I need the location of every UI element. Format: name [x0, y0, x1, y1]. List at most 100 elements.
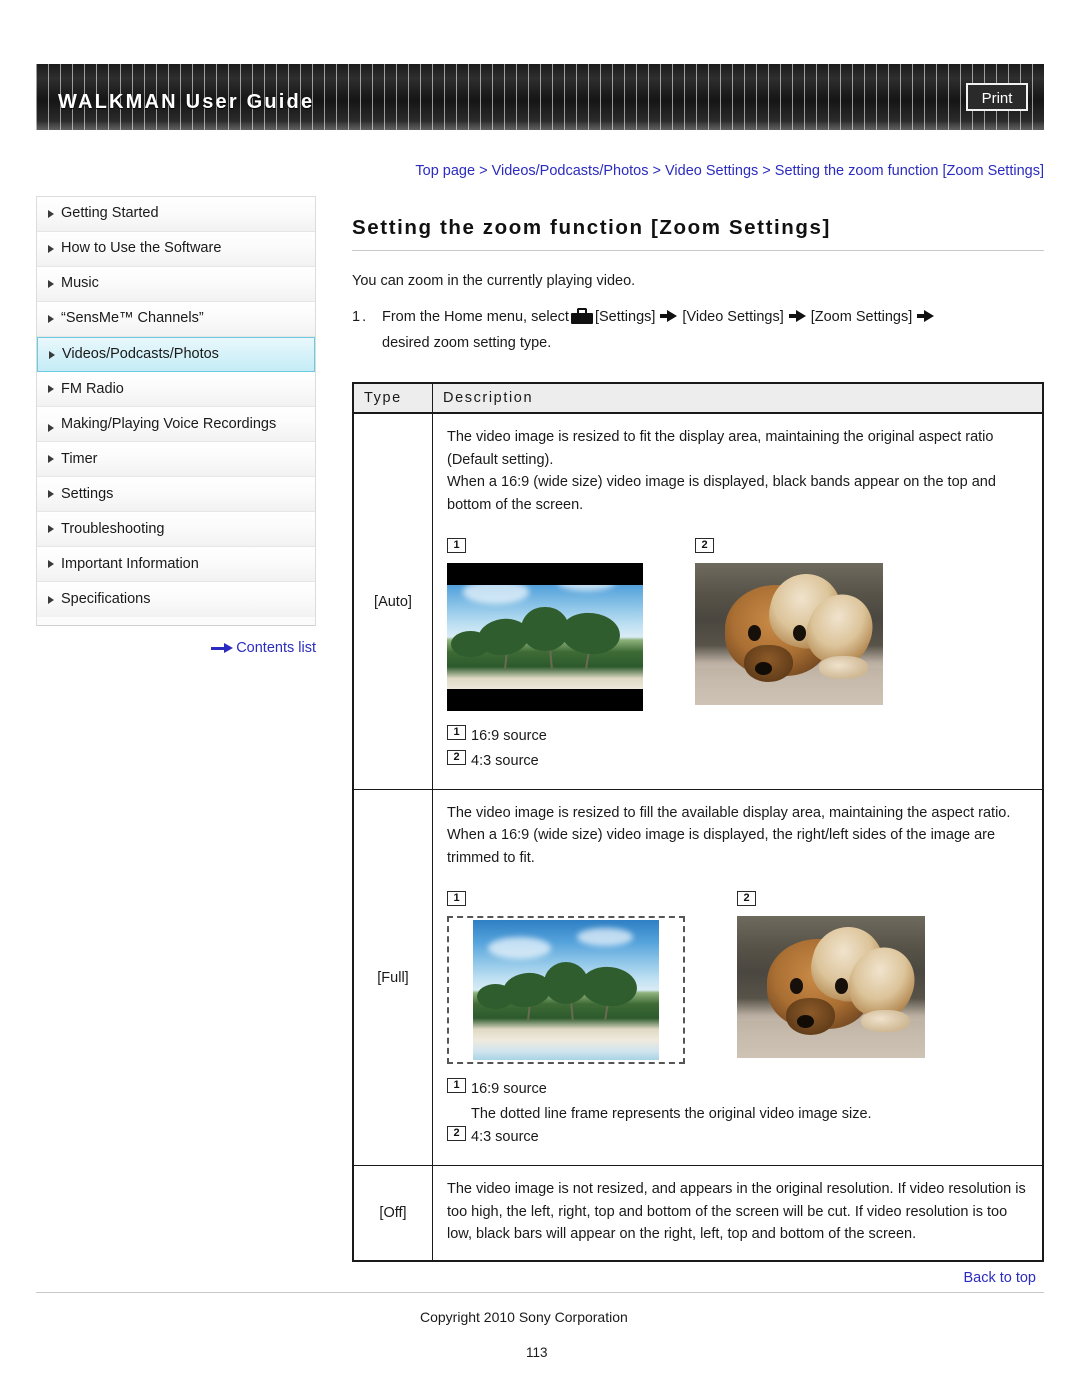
- figure-16-9-letterbox: 1: [447, 534, 643, 711]
- header-banner: WALKMAN User Guide Print: [36, 64, 1044, 130]
- caption-badge: 1: [447, 1077, 466, 1093]
- dog-photo: [695, 562, 883, 705]
- caption-badge: 1: [447, 724, 466, 740]
- sidebar-item-how-to-use-the-software[interactable]: How to Use the Software: [37, 232, 315, 267]
- sidebar-item-videos-podcasts-photos[interactable]: Videos/Podcasts/Photos: [37, 337, 315, 373]
- caption-text: 16:9 source: [471, 1080, 547, 1097]
- caption-badge: 2: [447, 749, 466, 765]
- sidebar-item-important-information[interactable]: Important Information: [37, 547, 315, 583]
- sidebar-item-label: Timer: [61, 450, 98, 467]
- bullet-arrow-icon: [48, 245, 54, 253]
- caption-line: 1 16:9 source: [447, 1077, 1028, 1101]
- app-title: WALKMAN User Guide: [58, 91, 315, 113]
- sidebar-item-troubleshooting[interactable]: Troubleshooting: [37, 512, 315, 548]
- sidebar: Getting Started How to Use the Software …: [36, 196, 316, 656]
- sidebar-item-label: Important Information: [61, 555, 199, 572]
- step-zoom-settings-label: [Zoom Settings]: [810, 309, 913, 326]
- sidebar-item-making-playing-voice-recordings[interactable]: Making/Playing Voice Recordings: [37, 407, 315, 443]
- bullet-arrow-icon: [48, 210, 54, 218]
- dog-photo: [737, 915, 925, 1058]
- table-row: [Auto] The video image is resized to fit…: [352, 412, 1044, 790]
- caption-list-full: 1 16:9 source The dotted line frame repr…: [447, 1077, 1028, 1150]
- step-text-before: From the Home menu, select: [382, 309, 569, 326]
- black-band-top: [447, 562, 643, 585]
- right-arrow-icon: [917, 310, 935, 323]
- row-description-auto: The video image is resized to fit the di…: [432, 412, 1044, 790]
- contents-list-link[interactable]: Contents list: [36, 640, 316, 656]
- bullet-arrow-icon: [48, 315, 54, 323]
- sidebar-item-getting-started[interactable]: Getting Started: [37, 197, 315, 232]
- cloud-shape: [577, 928, 633, 947]
- bullet-arrow-icon: [48, 490, 54, 499]
- bullet-arrow-icon: [48, 280, 54, 288]
- caption-badge: 2: [447, 1126, 466, 1142]
- breadcrumb[interactable]: Top page > Videos/Podcasts/Photos > Vide…: [352, 160, 1044, 182]
- right-arrow-icon: [788, 310, 806, 323]
- contents-list-label: Contents list: [236, 640, 316, 657]
- sidebar-item-label: Music: [61, 275, 99, 292]
- main-content: Top page > Videos/Podcasts/Photos > Vide…: [352, 160, 1044, 1262]
- description-line: When a 16:9 (wide size) video image is d…: [447, 827, 996, 866]
- step-settings-label: [Settings]: [594, 309, 656, 326]
- bullet-arrow-icon: [48, 424, 54, 433]
- figure-4-3-dog: 2: [737, 887, 925, 1063]
- sidebar-item-timer[interactable]: Timer: [37, 442, 315, 478]
- dog-eye-shape: [789, 978, 803, 994]
- step-text-after: desired zoom setting type.: [382, 334, 552, 351]
- sidebar-item-label: Troubleshooting: [61, 520, 165, 537]
- right-arrow-icon: [211, 643, 234, 654]
- figure-badge: 2: [737, 891, 756, 907]
- description-line: When a 16:9 (wide size) video image is d…: [447, 474, 996, 513]
- row-type-auto: [Auto]: [352, 412, 433, 790]
- sidebar-item-label: Getting Started: [61, 205, 159, 222]
- figure-row: 1 2: [447, 887, 1028, 1064]
- step-body: From the Home menu, select [Settings] [Vid…: [382, 305, 1044, 356]
- figure-block-full: 1 2 1 16:9 source The dotted line frame …: [447, 887, 1028, 1149]
- table-row: [Full] The video image is resized to fil…: [352, 788, 1044, 1167]
- dog-paw-shape: [861, 1009, 910, 1033]
- footer: Back to top Copyright 2010 Sony Corporat…: [36, 1270, 1044, 1360]
- caption-text: 16:9 source: [471, 727, 547, 744]
- sidebar-item-label: FM Radio: [61, 380, 124, 397]
- bullet-arrow-icon: [48, 595, 54, 604]
- figure-block-auto: 1 2 1 16:9 source 2 4:3 source: [447, 534, 1028, 773]
- figure-badge: 1: [447, 891, 466, 907]
- caption-line: 2 4:3 source: [447, 1126, 1028, 1149]
- sidebar-item-sensme-channels[interactable]: “SensMe™ Channels”: [37, 302, 315, 337]
- figure-16-9-dashed: 1: [447, 887, 685, 1064]
- dog-eye-shape: [747, 625, 761, 641]
- figure-row: 1 2: [447, 534, 1028, 711]
- dog-nose-shape: [755, 661, 773, 675]
- settings-toolbox-icon: [570, 308, 593, 325]
- sidebar-item-label: Making/Playing Voice Recordings: [61, 415, 277, 432]
- sidebar-item-settings[interactable]: Settings: [37, 477, 315, 513]
- row-description-off: The video image is not resized, and appe…: [432, 1165, 1044, 1262]
- zoom-settings-table: Type Description [Auto] The video image …: [352, 382, 1044, 1262]
- beach-photo-filled: [473, 919, 659, 1060]
- sidebar-item-specifications[interactable]: Specifications: [37, 582, 315, 618]
- caption-list-auto: 1 16:9 source 2 4:3 source: [447, 724, 1028, 773]
- row-type-off: [Off]: [352, 1165, 433, 1262]
- black-band-bottom: [447, 688, 643, 711]
- sidebar-item-fm-radio[interactable]: FM Radio: [37, 372, 315, 408]
- print-button[interactable]: Print: [966, 83, 1028, 111]
- step-1: 1. From the Home menu, select [Settings] […: [352, 305, 1044, 356]
- cloud-shape: [487, 936, 552, 959]
- intro-text: You can zoom in the currently playing vi…: [352, 273, 636, 290]
- sidebar-item-music[interactable]: Music: [37, 267, 315, 302]
- palm-foliage-shape: [578, 964, 639, 1010]
- caption-line: 2 4:3 source: [447, 749, 1028, 773]
- sidebar-item-label: Specifications: [61, 591, 151, 607]
- description-line: The video image is not resized, and appe…: [447, 1181, 1026, 1243]
- bullet-arrow-icon: [48, 560, 54, 569]
- row-description-full: The video image is resized to fill the a…: [432, 788, 1044, 1167]
- caption-subtext: The dotted line frame represents the ori…: [471, 1106, 872, 1122]
- page-title: Setting the zoom function [Zoom Settings…: [352, 216, 1044, 252]
- step-video-settings-label: [Video Settings]: [682, 309, 784, 326]
- column-header-description: Description: [432, 382, 1044, 415]
- back-to-top-link[interactable]: Back to top: [36, 1270, 1044, 1293]
- caption-text: 4:3 source: [471, 1129, 539, 1146]
- dog-nose-shape: [797, 1015, 815, 1028]
- figure-badge: 2: [695, 538, 714, 554]
- dog-eye-shape: [792, 625, 806, 641]
